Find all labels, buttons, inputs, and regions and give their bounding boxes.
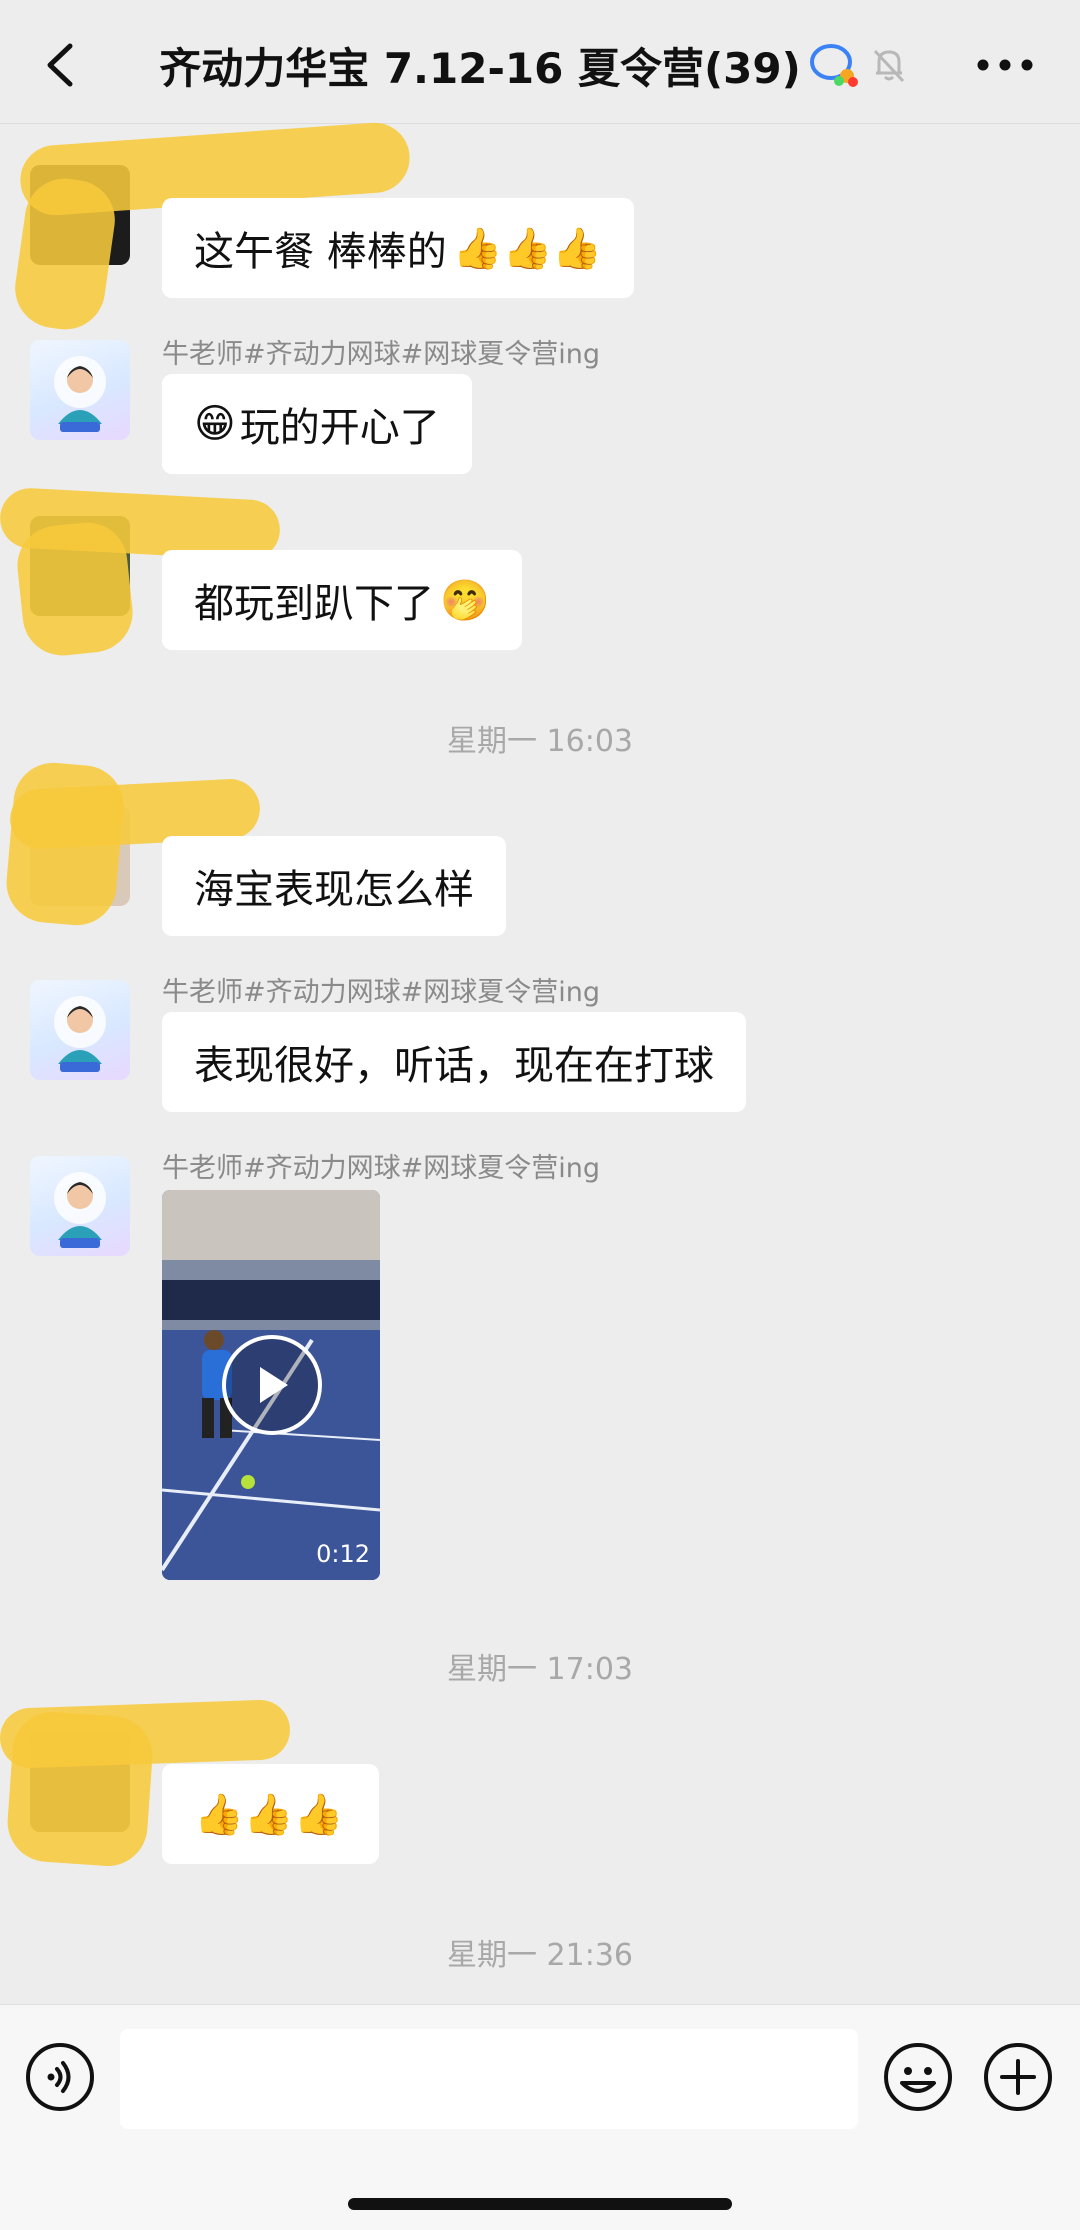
chat-header: 齐动力华宝 7.12-16 夏令营(39): [0, 0, 1080, 124]
timestamp: 星期一 21:36: [447, 1938, 633, 1973]
more-options-button[interactable]: [970, 40, 1040, 90]
title-wrap[interactable]: 齐动力华宝 7.12-16 夏令营(39): [150, 30, 930, 100]
thumbs-up-icon: 👍👍👍: [452, 225, 603, 272]
grin-emoji-icon: 😁: [194, 401, 236, 447]
chevron-left-icon: [47, 43, 73, 87]
play-button[interactable]: [222, 1335, 322, 1435]
message-bubble[interactable]: 表现很好，听话，现在在打球: [162, 1012, 746, 1112]
bell-muted-icon: [869, 39, 921, 91]
smiley-icon: [884, 2043, 952, 2111]
ellipsis-icon: [977, 59, 1033, 71]
video-message[interactable]: 0:12: [162, 1190, 380, 1580]
teacher-avatar-icon: [54, 996, 106, 1072]
redaction-scribble: [3, 759, 127, 929]
message-bubble[interactable]: 海宝表现怎么样: [162, 836, 506, 936]
message-bubble[interactable]: 👍👍👍: [162, 1764, 380, 1864]
avatar[interactable]: [30, 980, 130, 1080]
sender-name: 牛老师#齐动力网球#网球夏令营ing: [162, 1153, 600, 1184]
redaction-scribble: [4, 1709, 156, 1869]
message-bubble[interactable]: 这午餐 棒棒的 👍👍👍: [162, 198, 635, 298]
video-duration: 0:12: [316, 1540, 370, 1568]
redaction-scribble: [13, 518, 137, 660]
input-bar: [0, 2004, 1080, 2230]
message-text: 这午餐 棒棒的: [194, 229, 447, 275]
timestamp: 星期一 17:03: [447, 1652, 633, 1687]
avatar[interactable]: [30, 340, 130, 440]
play-icon: [260, 1367, 288, 1403]
teacher-avatar-icon: [54, 356, 106, 432]
avatar[interactable]: [30, 1156, 130, 1256]
emoji-button[interactable]: [882, 2041, 954, 2113]
message-bubble[interactable]: 😁 玩的开心了: [162, 374, 472, 474]
teacher-avatar-icon: [54, 1172, 106, 1248]
plus-circle-icon: [984, 2043, 1052, 2111]
thumbs-up-icon: 👍👍👍: [194, 1791, 344, 1838]
back-button[interactable]: [30, 30, 90, 100]
laugh-emoji-icon: 🤭: [440, 577, 490, 624]
voice-button[interactable]: [24, 2041, 96, 2113]
chat-title[interactable]: 齐动力华宝 7.12-16 夏令营(39): [159, 35, 801, 96]
message-text: 表现很好，听话，现在在打球: [194, 1043, 714, 1089]
sender-name: 牛老师#齐动力网球#网球夏令营ing: [162, 339, 600, 370]
message-text: 玩的开心了: [239, 405, 440, 451]
chat-bubbles-icon: [809, 39, 861, 91]
more-functions-button[interactable]: [982, 2041, 1054, 2113]
home-indicator[interactable]: [348, 2198, 732, 2210]
timestamp: 星期一 16:03: [447, 724, 633, 759]
message-text: 都玩到趴下了: [194, 581, 434, 627]
message-text: 海宝表现怎么样: [194, 867, 474, 913]
voice-icon: [26, 2043, 94, 2111]
chat-messages[interactable]: 这午餐 棒棒的 👍👍👍 牛老师#齐动力网球#网球夏令营ing 😁 玩的开心了 都…: [0, 120, 1080, 2004]
sender-name: 牛老师#齐动力网球#网球夏令营ing: [162, 977, 600, 1008]
message-input[interactable]: [120, 2029, 858, 2129]
message-bubble[interactable]: 都玩到趴下了 🤭: [162, 550, 522, 650]
